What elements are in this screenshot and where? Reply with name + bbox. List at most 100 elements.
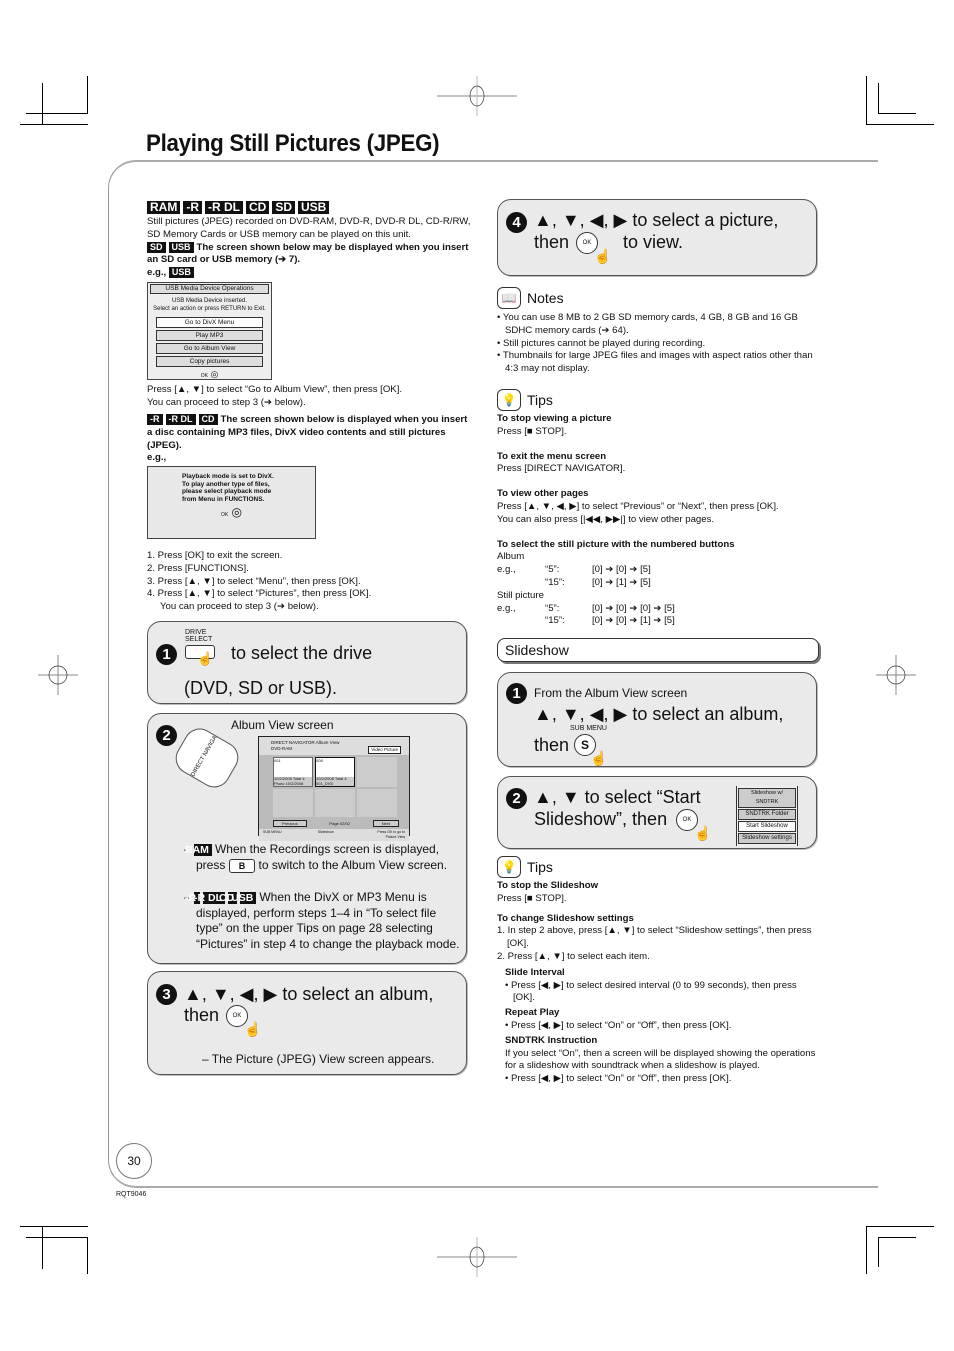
divx-screen-line: from Menu in FUNCTIONS. <box>182 495 265 503</box>
tip-text: Press [■ STOP]. <box>497 425 567 437</box>
album-label: Album <box>497 551 525 563</box>
step-1-box: 1 DRIVE SELECT ☝ to select the drive (DV… <box>147 621 467 704</box>
step-1-text-a: to select the drive <box>231 643 373 663</box>
lightbulb-icon: 💡 <box>497 389 521 411</box>
tip-text: Press [▲, ▼, ◀, ▶] to select “Previous” … <box>497 500 779 512</box>
usb-instruction-2: You can proceed to step 3 (➔ below). <box>147 396 306 408</box>
media-tag: RAM <box>147 201 181 214</box>
sd-usb-note-text: The screen shown below may be displayed … <box>147 241 469 266</box>
slideshow-step-1-pre: From the Album View screen <box>534 686 688 700</box>
pointing-hand-icon: ☝ <box>197 651 214 666</box>
footer-sub-menu: SUB MENU <box>263 830 282 835</box>
tip-step: 1. In step 2 above, press [▲, ▼] to sele… <box>497 925 812 950</box>
page-title: Playing Still Pictures (JPEG) <box>146 130 440 157</box>
usb-option[interactable]: Go to DivX Menu <box>156 317 263 328</box>
drive-select-button[interactable]: DRIVE SELECT ☝ <box>185 629 219 666</box>
album-thumbnail-empty <box>315 789 355 817</box>
registration-mark <box>876 655 916 695</box>
ok-cursor-icon: OK ◎ <box>200 369 219 379</box>
crop-mark <box>878 83 879 113</box>
document-code: RQT9046 <box>116 1191 147 1198</box>
slideshow-step-1-box: 1 From the Album View screen ▲, ▼, ◀, ▶ … <box>497 672 817 767</box>
intro-text: Still pictures (JPEG) recorded on DVD-RA… <box>147 216 471 240</box>
slideshow-menu: Slideshow w/ SNDTRK SNDTRK Folder Start … <box>736 786 798 846</box>
registration-mark <box>437 1237 517 1277</box>
tab-picture[interactable]: Picture <box>384 747 398 752</box>
crop-mark <box>26 1237 88 1238</box>
b-button[interactable]: B <box>228 858 256 873</box>
step-number: 3 <box>156 984 177 1005</box>
usb-option[interactable]: Copy pictures <box>156 356 263 367</box>
setting-title: Slide Interval <box>505 966 565 978</box>
album-thumbnail-empty <box>357 789 397 817</box>
step-4-text-a: ▲, ▼, ◀, ▶ to select a picture, <box>534 210 779 230</box>
album-thumbnail[interactable]: 001 10/2/2008 Total 4 Photo 10/2/2008 <box>273 757 313 787</box>
usb-option[interactable]: Play MP3 <box>156 330 263 341</box>
crop-mark <box>866 124 934 125</box>
media-tag: USB <box>168 241 194 253</box>
slideshow-step-1-text-b: then <box>534 735 570 755</box>
slideshow-tips-section: 💡 Tips To stop the Slideshow Press [■ STO… <box>497 856 817 1086</box>
step-3-result: – The Picture (JPEG) View screen appears… <box>202 1052 435 1066</box>
still-picture-label: Still picture <box>497 589 544 601</box>
still-codes-table: e.g., “5”: [0] ➔ [0] ➔ [0] ➔ [5] “15”: [0] … <box>497 603 675 629</box>
tab-video[interactable]: Video <box>371 747 382 752</box>
slideshow-menu-item[interactable]: Start Slideshow <box>738 821 796 832</box>
step-number: 1 <box>506 683 527 704</box>
setting-title: SNDTRK Instruction <box>505 1034 598 1046</box>
disc-step: 1. Press [OK] to exit the screen. <box>147 550 283 561</box>
disc-step: 3. Press [▲, ▼] to select “Menu”, then p… <box>147 575 361 587</box>
usb-screen: USB Media Device Operations USB Media De… <box>147 282 272 380</box>
registration-mark <box>38 655 78 695</box>
tips-section: 💡 Tips To stop viewing a picture Press [■… <box>497 389 817 628</box>
disc-step: You can proceed to step 3 (➔ below). <box>160 601 319 613</box>
album-screen-drive: DVD-RAM <box>271 746 292 751</box>
step-1-text-b: (DVD, SD or USB). <box>184 678 338 698</box>
usb-option[interactable]: Go to Album View <box>156 343 263 354</box>
next-button[interactable]: Next <box>372 820 399 828</box>
sd-usb-note: SD USB The screen shown below may be displ… <box>147 241 472 268</box>
usb-instruction: Press [▲, ▼] to select “Go to Album View… <box>147 384 472 410</box>
step-number: 1 <box>156 644 177 665</box>
setting-title: Repeat Play <box>505 1007 560 1019</box>
step-number: 2 <box>506 788 527 809</box>
slideshow-step-2-box: 2 ▲, ▼ to select “Start Slideshow”, then… <box>497 776 817 849</box>
drive-select-label: DRIVE SELECT <box>185 629 213 643</box>
divx-screen-line: please select playback mode <box>182 488 272 495</box>
previous-button[interactable]: Previous <box>273 820 307 828</box>
disc-steps: 1. Press [OK] to exit the screen. 2. Pre… <box>147 550 472 614</box>
note-item: • Thumbnails for large JPEG files and im… <box>497 350 813 375</box>
album-screen-header: DIRECT NAVIGATOR Album View <box>271 740 340 745</box>
tips-heading: Tips <box>527 858 553 875</box>
step-2-note-1: – RAMWhen the Recordings screen is displ… <box>184 842 448 873</box>
divx-screen-line: Playback mode is set to DivX. <box>182 473 274 480</box>
setting-text: • Press [◀, ▶] to select “On” or “Off”, … <box>505 1019 732 1031</box>
album-thumbnail[interactable]: 008 10/2/2008 Total 4 001_DVD <box>315 757 355 787</box>
table-row: e.g., “5”: [0] ➔ [0] ➔ [5] <box>497 564 651 576</box>
slideshow-step-1-text-a: ▲, ▼, ◀, ▶ to select an album, <box>534 704 784 724</box>
crop-mark <box>878 1237 879 1267</box>
slideshow-menu-item[interactable]: Slideshow settings <box>738 833 796 844</box>
step-3-text-a: ▲, ▼, ◀, ▶ to select an album, <box>184 984 434 1004</box>
step-4-text-b: then <box>534 232 570 252</box>
slideshow-menu-item[interactable]: SNDTRK Folder <box>738 809 796 820</box>
usb-screen-title: USB Media Device Operations <box>150 284 269 294</box>
tip-title: To view other pages <box>497 488 589 500</box>
step-4-text-c: to view. <box>623 232 684 252</box>
tips-heading: Tips <box>527 391 553 408</box>
lightbulb-icon: 💡 <box>497 856 521 878</box>
pointing-hand-icon: ☝ <box>590 750 608 766</box>
divx-screen: Playback mode is set to DivX. To play an… <box>147 466 316 539</box>
footer-slideshow: Slideshow <box>317 830 334 835</box>
crop-mark <box>42 1226 43 1269</box>
media-tag: -R DL <box>205 201 243 214</box>
page-number: 30 <box>116 1143 152 1179</box>
crop-mark <box>20 1226 88 1227</box>
slideshow-menu-item[interactable]: Slideshow w/ SNDTRK <box>738 788 796 808</box>
usb-instruction-1: Press [▲, ▼] to select “Go to Album View… <box>147 384 403 395</box>
album-view-screen: DIRECT NAVIGATOR Album View DVD-RAM Vide… <box>258 736 410 842</box>
step-3-box: 3 ▲, ▼, ◀, ▶ to select an album, then OK… <box>147 971 467 1075</box>
step-number: 4 <box>506 212 527 233</box>
direct-navigator-label: DIRECT NAVIGATOR <box>190 724 225 778</box>
album-view-caption: Album View screen <box>231 718 334 732</box>
